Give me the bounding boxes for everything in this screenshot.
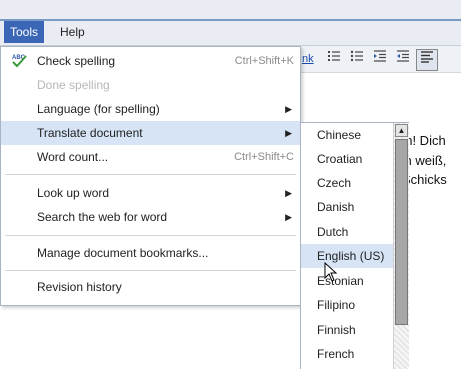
menu-item-done-spelling: Done spelling — [1, 73, 300, 97]
language-option-french[interactable]: French — [301, 342, 395, 366]
align-left-icon[interactable] — [416, 49, 438, 71]
spellcheck-icon: ABC — [12, 55, 27, 68]
scroll-up-arrow-icon[interactable]: ▲ — [395, 124, 408, 137]
browser-top-strip — [0, 0, 461, 20]
numbered-list-icon[interactable] — [324, 49, 344, 69]
submenu-scrollbar[interactable]: ▲ — [393, 123, 409, 369]
language-option-english-us[interactable]: English (US) — [301, 244, 395, 268]
language-option-dutch[interactable]: Dutch — [301, 220, 395, 244]
tools-menu: ABC Check spelling Ctrl+Shift+K Done spe… — [0, 46, 301, 306]
menu-item-label: Translate document — [37, 126, 143, 140]
menu-separator — [5, 235, 296, 236]
language-option-chinese[interactable]: Chinese — [301, 123, 395, 147]
menu-item-label: Check spelling — [37, 54, 116, 68]
shortcut-label: Ctrl+Shift+C — [234, 151, 294, 163]
scrollbar-thumb[interactable] — [395, 139, 408, 325]
language-option-croatian[interactable]: Croatian — [301, 147, 395, 171]
language-option-czech[interactable]: Czech — [301, 171, 395, 195]
submenu-arrow-icon: ▶ — [285, 128, 292, 138]
menu-item-revision-history[interactable]: Revision history — [1, 275, 300, 299]
menu-help[interactable]: Help — [54, 21, 91, 43]
menu-item-label: Done spelling — [37, 78, 110, 92]
menu-item-translate-document[interactable]: Translate document ▶ — [1, 121, 300, 145]
translate-submenu: Chinese Croatian Czech Danish Dutch Engl… — [300, 122, 409, 369]
increase-indent-icon[interactable] — [393, 49, 413, 69]
menu-item-search-web[interactable]: Search the web for word ▶ — [1, 205, 300, 229]
menu-item-label: Look up word — [37, 186, 110, 200]
menu-item-word-count[interactable]: Word count... Ctrl+Shift+C — [1, 145, 300, 169]
menu-item-label: Language (for spelling) — [37, 102, 160, 116]
language-option-filipino[interactable]: Filipino — [301, 293, 395, 317]
language-option-estonian[interactable]: Estonian — [301, 269, 395, 293]
language-option-danish[interactable]: Danish — [301, 195, 395, 219]
language-option-finnish[interactable]: Finnish — [301, 318, 395, 342]
submenu-arrow-icon: ▶ — [285, 212, 292, 222]
menu-item-label: Word count... — [37, 150, 109, 164]
menu-item-label: Revision history — [37, 280, 122, 294]
bulleted-list-icon[interactable] — [347, 49, 367, 69]
menu-separator — [5, 174, 296, 175]
menu-item-manage-bookmarks[interactable]: Manage document bookmarks... — [1, 241, 300, 265]
menu-item-check-spelling[interactable]: ABC Check spelling Ctrl+Shift+K — [1, 49, 300, 73]
submenu-arrow-icon: ▶ — [285, 104, 292, 114]
shortcut-label: Ctrl+Shift+K — [234, 55, 294, 67]
menubar: Tools Help — [0, 21, 461, 46]
submenu-arrow-icon: ▶ — [285, 188, 292, 198]
mouse-pointer-icon — [324, 262, 338, 282]
menu-separator — [5, 270, 296, 271]
menu-item-look-up-word[interactable]: Look up word ▶ — [1, 181, 300, 205]
insert-link-button[interactable]: nk — [302, 49, 314, 69]
menu-item-label: Search the web for word — [37, 210, 168, 224]
menu-tools[interactable]: Tools — [4, 21, 45, 43]
menu-item-label: Manage document bookmarks... — [37, 246, 209, 260]
formatting-toolbar: nk — [300, 46, 461, 73]
menu-item-language[interactable]: Language (for spelling) ▶ — [1, 97, 300, 121]
decrease-indent-icon[interactable] — [370, 49, 390, 69]
